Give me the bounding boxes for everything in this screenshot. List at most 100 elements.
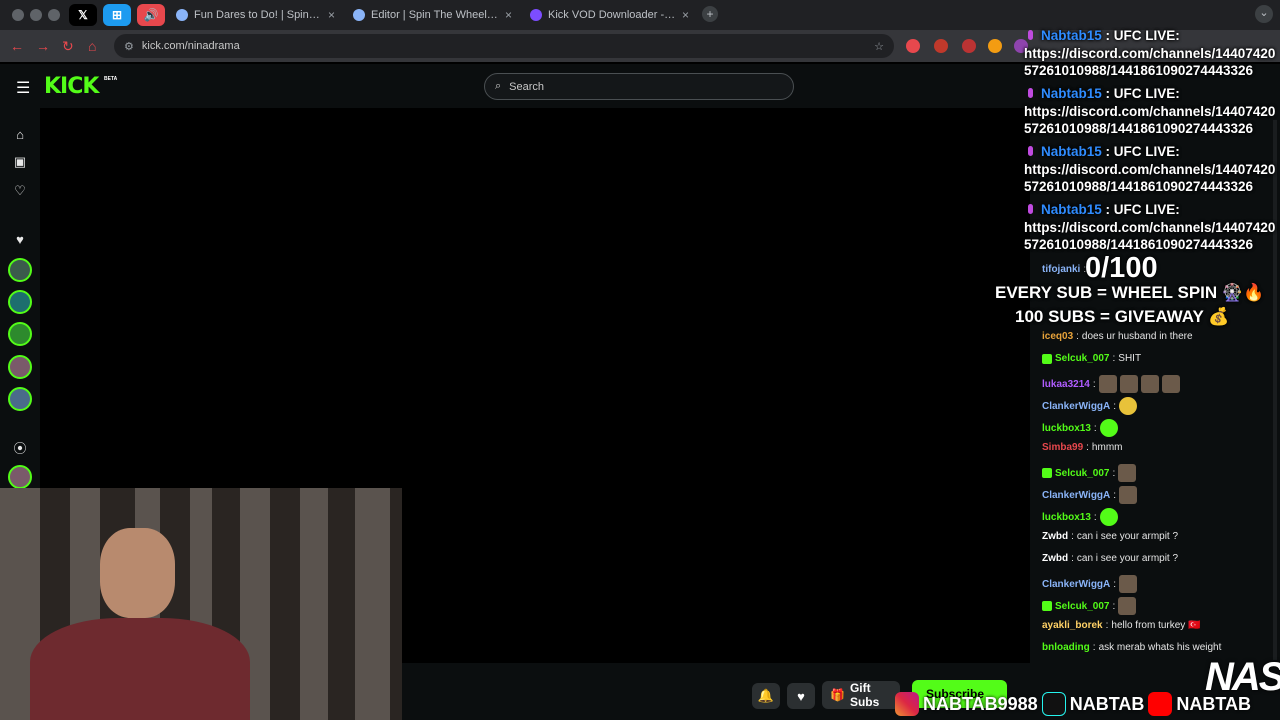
extension-icon[interactable] bbox=[988, 39, 1002, 53]
chat-colon: : bbox=[1112, 353, 1116, 364]
sub-counter: 0/100 bbox=[1085, 252, 1158, 284]
youtube-icon bbox=[1148, 692, 1173, 716]
reload-icon[interactable]: ↻ bbox=[62, 38, 74, 55]
mic-icon bbox=[1028, 146, 1033, 156]
chat-colon: : bbox=[1113, 400, 1117, 412]
chat-username[interactable]: luckbox13 bbox=[1042, 512, 1091, 523]
chat-colon: : bbox=[1076, 331, 1079, 342]
chat-text: hmmm bbox=[1091, 442, 1123, 453]
vod-favicon-icon bbox=[530, 9, 542, 21]
chat-colon: : bbox=[1105, 620, 1109, 631]
chat-username[interactable]: lukaa3214 bbox=[1042, 379, 1090, 390]
chat-username[interactable]: Zwbd bbox=[1042, 531, 1068, 542]
sub-badge-icon bbox=[1042, 353, 1052, 364]
pinned-tab-audio[interactable]: 🔊 bbox=[137, 4, 165, 26]
search-input[interactable]: ⌕ Search bbox=[484, 73, 794, 100]
browse-icon[interactable]: ▣ bbox=[10, 152, 30, 172]
alert-link: 57261010988/1441861090274443326 bbox=[1024, 179, 1253, 194]
alert-link: https://discord.com/channels/14407420 bbox=[1024, 103, 1276, 119]
home-icon[interactable]: ⌂ bbox=[88, 38, 96, 54]
chat-text: hello from turkey 🇹🇷 bbox=[1111, 620, 1201, 631]
chat-username[interactable]: Zwbd bbox=[1042, 553, 1068, 564]
site-info-icon[interactable]: ⚙ bbox=[124, 40, 134, 53]
notification-bell-button[interactable]: 🔔 bbox=[752, 683, 780, 709]
chat-username[interactable]: ClankerWiggA bbox=[1042, 490, 1110, 501]
sub-badge-icon bbox=[1042, 601, 1052, 611]
emote-icon bbox=[1118, 464, 1137, 482]
tab-spin-dares[interactable]: Fun Dares to Do! | Spin The W × bbox=[168, 4, 343, 26]
ufc-live-alert: Nabtab15 : UFC LIVE: https://discord.com/… bbox=[1024, 85, 1275, 138]
close-tab-icon[interactable]: × bbox=[328, 8, 335, 22]
chat-username[interactable]: bnloading bbox=[1042, 642, 1090, 653]
gift-subs-button[interactable]: 🎁 Gift Subs bbox=[822, 681, 900, 709]
chat-message: ayakli_borek: hello from turkey 🇹🇷 bbox=[1042, 620, 1201, 631]
chat-username[interactable]: tifojanki bbox=[1042, 264, 1080, 275]
instagram-handle: NABTAB9988 bbox=[923, 693, 1038, 714]
kick-header: ☰ KICK BETA ⌕ Search bbox=[0, 64, 1030, 108]
chat-colon: : bbox=[1071, 553, 1074, 564]
chat-message: Selcuk_007: bbox=[1042, 464, 1137, 482]
url-bar[interactable]: ⚙ kick.com/ninadrama ☆ bbox=[114, 34, 894, 58]
tab-wheel-editor[interactable]: Editor | Spin The Wheel - Ran × bbox=[345, 4, 520, 26]
forward-icon[interactable]: → bbox=[36, 38, 50, 54]
bookmark-star-icon[interactable]: ☆ bbox=[874, 40, 884, 53]
beta-badge: BETA bbox=[104, 76, 118, 82]
zoom-window-button[interactable] bbox=[48, 9, 60, 21]
chat-message: ClankerWiggA: bbox=[1042, 486, 1138, 504]
avatar[interactable] bbox=[8, 387, 32, 411]
ufc-live-alert: Nabtab15 : UFC LIVE: https://discord.com/… bbox=[1024, 143, 1275, 196]
chat-username[interactable]: Selcuk_007 bbox=[1055, 601, 1110, 612]
new-tab-button[interactable]: + bbox=[702, 6, 718, 22]
avatar[interactable] bbox=[8, 465, 32, 489]
close-window-button[interactable] bbox=[12, 9, 24, 21]
minimize-window-button[interactable] bbox=[30, 9, 42, 21]
emote-icon bbox=[1119, 486, 1138, 504]
emote-icon bbox=[1118, 597, 1137, 615]
chat-username[interactable]: iceq03 bbox=[1042, 331, 1073, 342]
alert-title: : UFC LIVE: bbox=[1101, 202, 1180, 217]
pinned-tab-x[interactable]: 𝕏 bbox=[69, 4, 97, 26]
emote-icon bbox=[1098, 375, 1117, 393]
alert-link: https://discord.com/channels/14407420 bbox=[1024, 219, 1276, 235]
chat-colon: : bbox=[1092, 378, 1096, 390]
chat-username[interactable]: ayakli_borek bbox=[1042, 620, 1103, 631]
home-icon[interactable]: ⌂ bbox=[10, 124, 30, 144]
gift-subs-label: Gift Subs bbox=[849, 681, 880, 709]
alert-link: 57261010988/1441861090274443326 bbox=[1024, 121, 1253, 136]
chat-username[interactable]: Selcuk_007 bbox=[1055, 468, 1110, 479]
extension-icon[interactable] bbox=[934, 39, 948, 53]
sidebar: ⌂ ▣ ♡ ♥ ⦿ bbox=[0, 108, 40, 489]
extension-icon[interactable] bbox=[906, 39, 920, 53]
alert-title: : UFC LIVE: bbox=[1101, 144, 1180, 159]
tiktok-icon bbox=[1041, 692, 1066, 716]
wheel-promo: EVERY SUB = WHEEL SPIN 🎡🔥 bbox=[995, 283, 1265, 302]
chat-username[interactable]: ClankerWiggA bbox=[1042, 579, 1110, 590]
pinned-tab-app[interactable]: ⊞ bbox=[103, 4, 131, 26]
chat-username[interactable]: Selcuk_007 bbox=[1055, 353, 1110, 364]
chat-username[interactable]: ClankerWiggA bbox=[1042, 401, 1110, 412]
avatar[interactable] bbox=[8, 322, 32, 346]
tab-kick-vod[interactable]: Kick VOD Downloader - Strea × bbox=[522, 4, 697, 26]
emote-icon bbox=[1099, 508, 1118, 526]
avatar[interactable] bbox=[8, 258, 32, 282]
chat-username[interactable]: Simba99 bbox=[1042, 442, 1083, 453]
close-tab-icon[interactable]: × bbox=[682, 8, 689, 22]
following-icon[interactable]: ♡ bbox=[10, 181, 30, 201]
tab-title: Fun Dares to Do! | Spin The W bbox=[194, 9, 322, 21]
avatar[interactable] bbox=[8, 290, 32, 314]
chat-message: ClankerWiggA: bbox=[1042, 575, 1138, 593]
kick-logo[interactable]: KICK bbox=[44, 74, 99, 99]
follow-heart-button[interactable]: ♥ bbox=[787, 683, 815, 709]
chat-username[interactable]: luckbox13 bbox=[1042, 423, 1091, 434]
alert-line: Nabtab15 : UFC LIVE: bbox=[1024, 201, 1275, 219]
menu-icon[interactable]: ☰ bbox=[16, 78, 30, 98]
emote-icon bbox=[1099, 419, 1118, 437]
tab-search-button[interactable]: ⌄ bbox=[1255, 5, 1273, 23]
heart-icon: ♥ bbox=[16, 231, 24, 247]
avatar[interactable] bbox=[8, 355, 32, 379]
back-icon[interactable]: ← bbox=[10, 38, 24, 54]
chat-colon: : bbox=[1112, 600, 1116, 612]
close-tab-icon[interactable]: × bbox=[505, 8, 512, 22]
chat-message: luckbox13: bbox=[1042, 508, 1118, 526]
extension-icon[interactable] bbox=[962, 39, 976, 53]
